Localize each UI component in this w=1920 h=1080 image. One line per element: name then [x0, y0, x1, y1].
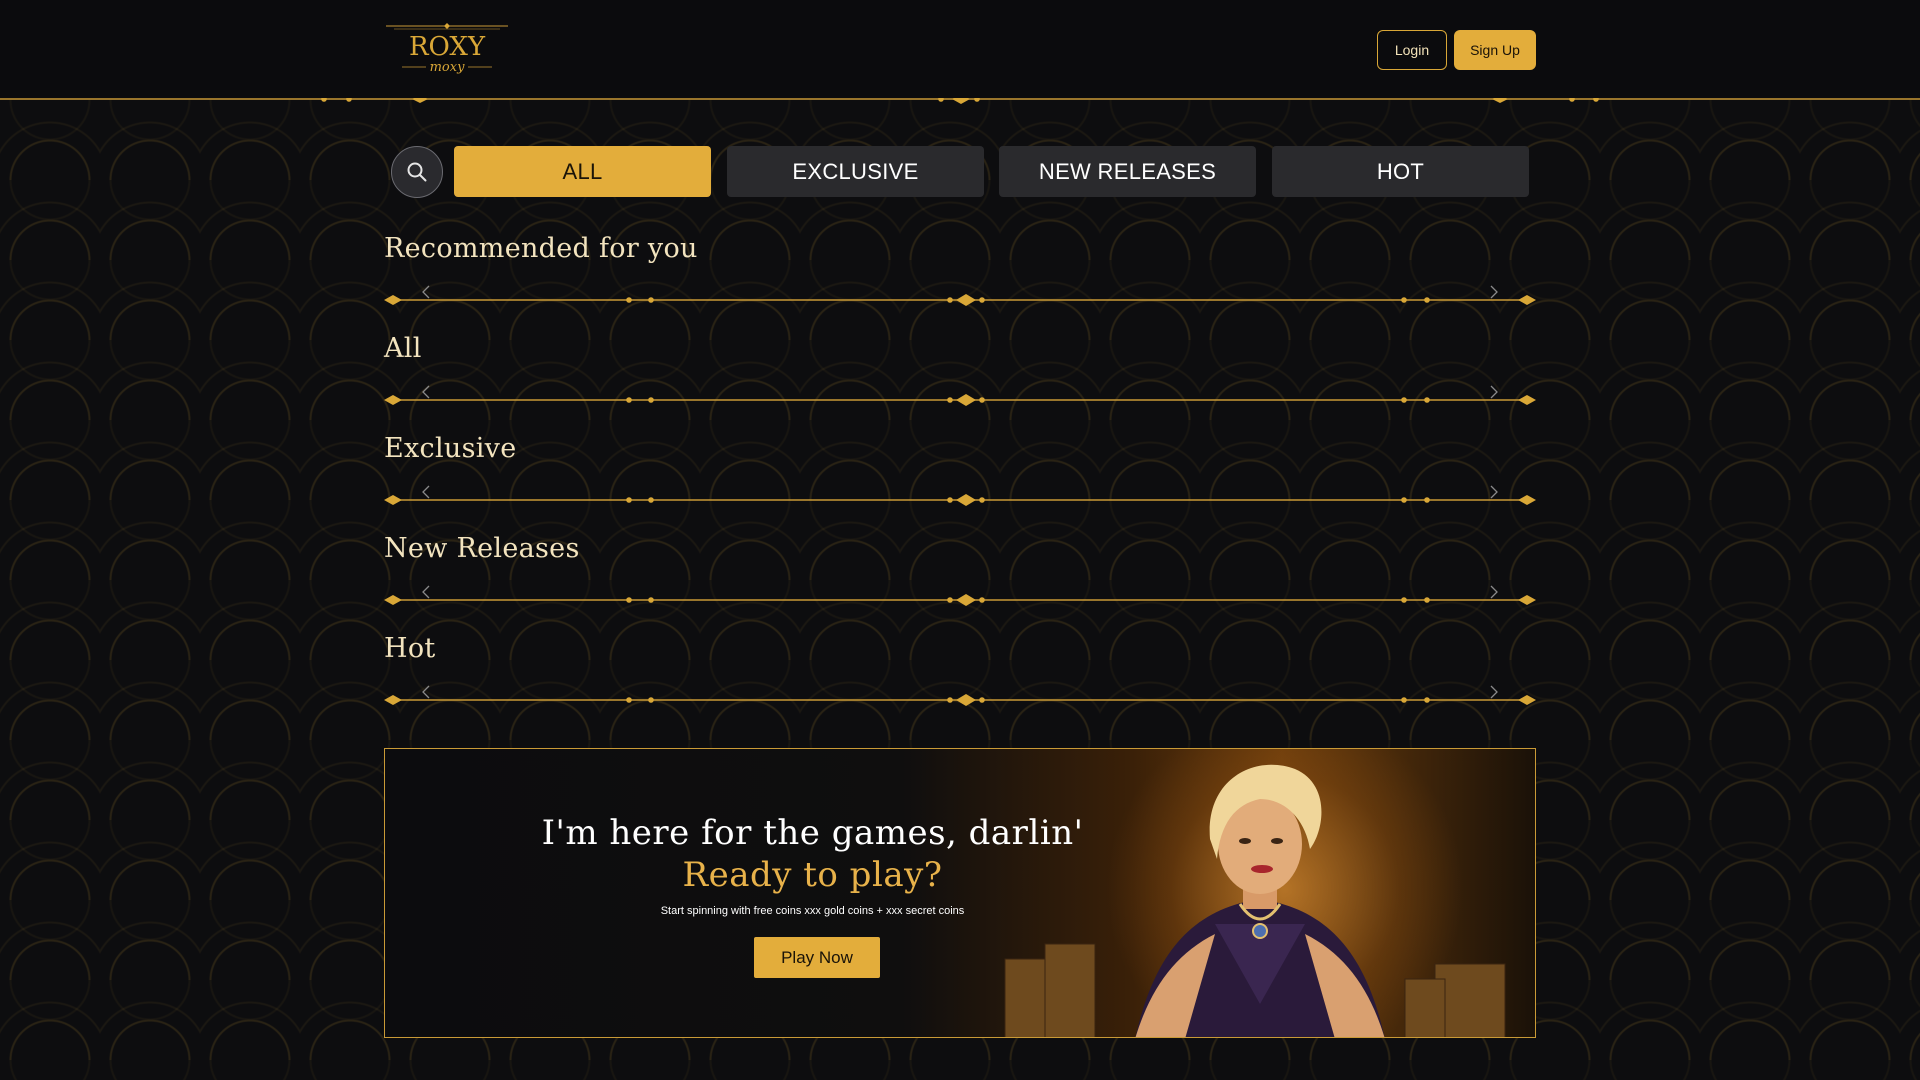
- section-divider: [384, 394, 1536, 406]
- tab-new-releases[interactable]: NEW RELEASES: [999, 146, 1256, 197]
- logo[interactable]: ROXY moxy: [384, 22, 510, 78]
- section-divider: [384, 494, 1536, 506]
- section-title-new-releases: New Releases: [384, 533, 580, 564]
- banner-subheadline: Ready to play?: [682, 855, 943, 895]
- logo-main-text: ROXY: [409, 32, 486, 62]
- section-title-hot: Hot: [384, 633, 436, 664]
- signup-button[interactable]: Sign Up: [1454, 30, 1536, 70]
- tab-exclusive[interactable]: EXCLUSIVE: [727, 146, 984, 197]
- site-header: ROXY moxy Login Sign Up: [0, 0, 1920, 104]
- section-divider: [384, 294, 1536, 306]
- section-title-recommended: Recommended for you: [384, 233, 698, 264]
- promo-banner: I'm here for the games, darlin' Ready to…: [384, 748, 1536, 1038]
- search-icon: [407, 162, 427, 182]
- play-now-button[interactable]: Play Now: [754, 937, 880, 978]
- tab-hot[interactable]: HOT: [1272, 146, 1529, 197]
- section-divider: [384, 694, 1536, 706]
- section-title-exclusive: Exclusive: [384, 433, 517, 464]
- section-divider: [384, 594, 1536, 606]
- tab-all[interactable]: ALL: [454, 146, 711, 197]
- banner-headline: I'm here for the games, darlin': [541, 813, 1084, 853]
- header-divider: [0, 98, 1920, 104]
- banner-note: Start spinning with free coins xxx gold …: [660, 905, 965, 917]
- logo-mark: ROXY moxy: [386, 23, 508, 75]
- login-button[interactable]: Login: [1377, 30, 1447, 70]
- logo-sub-text: moxy: [430, 60, 465, 75]
- section-title-all: All: [384, 333, 422, 364]
- search-button[interactable]: [391, 146, 443, 198]
